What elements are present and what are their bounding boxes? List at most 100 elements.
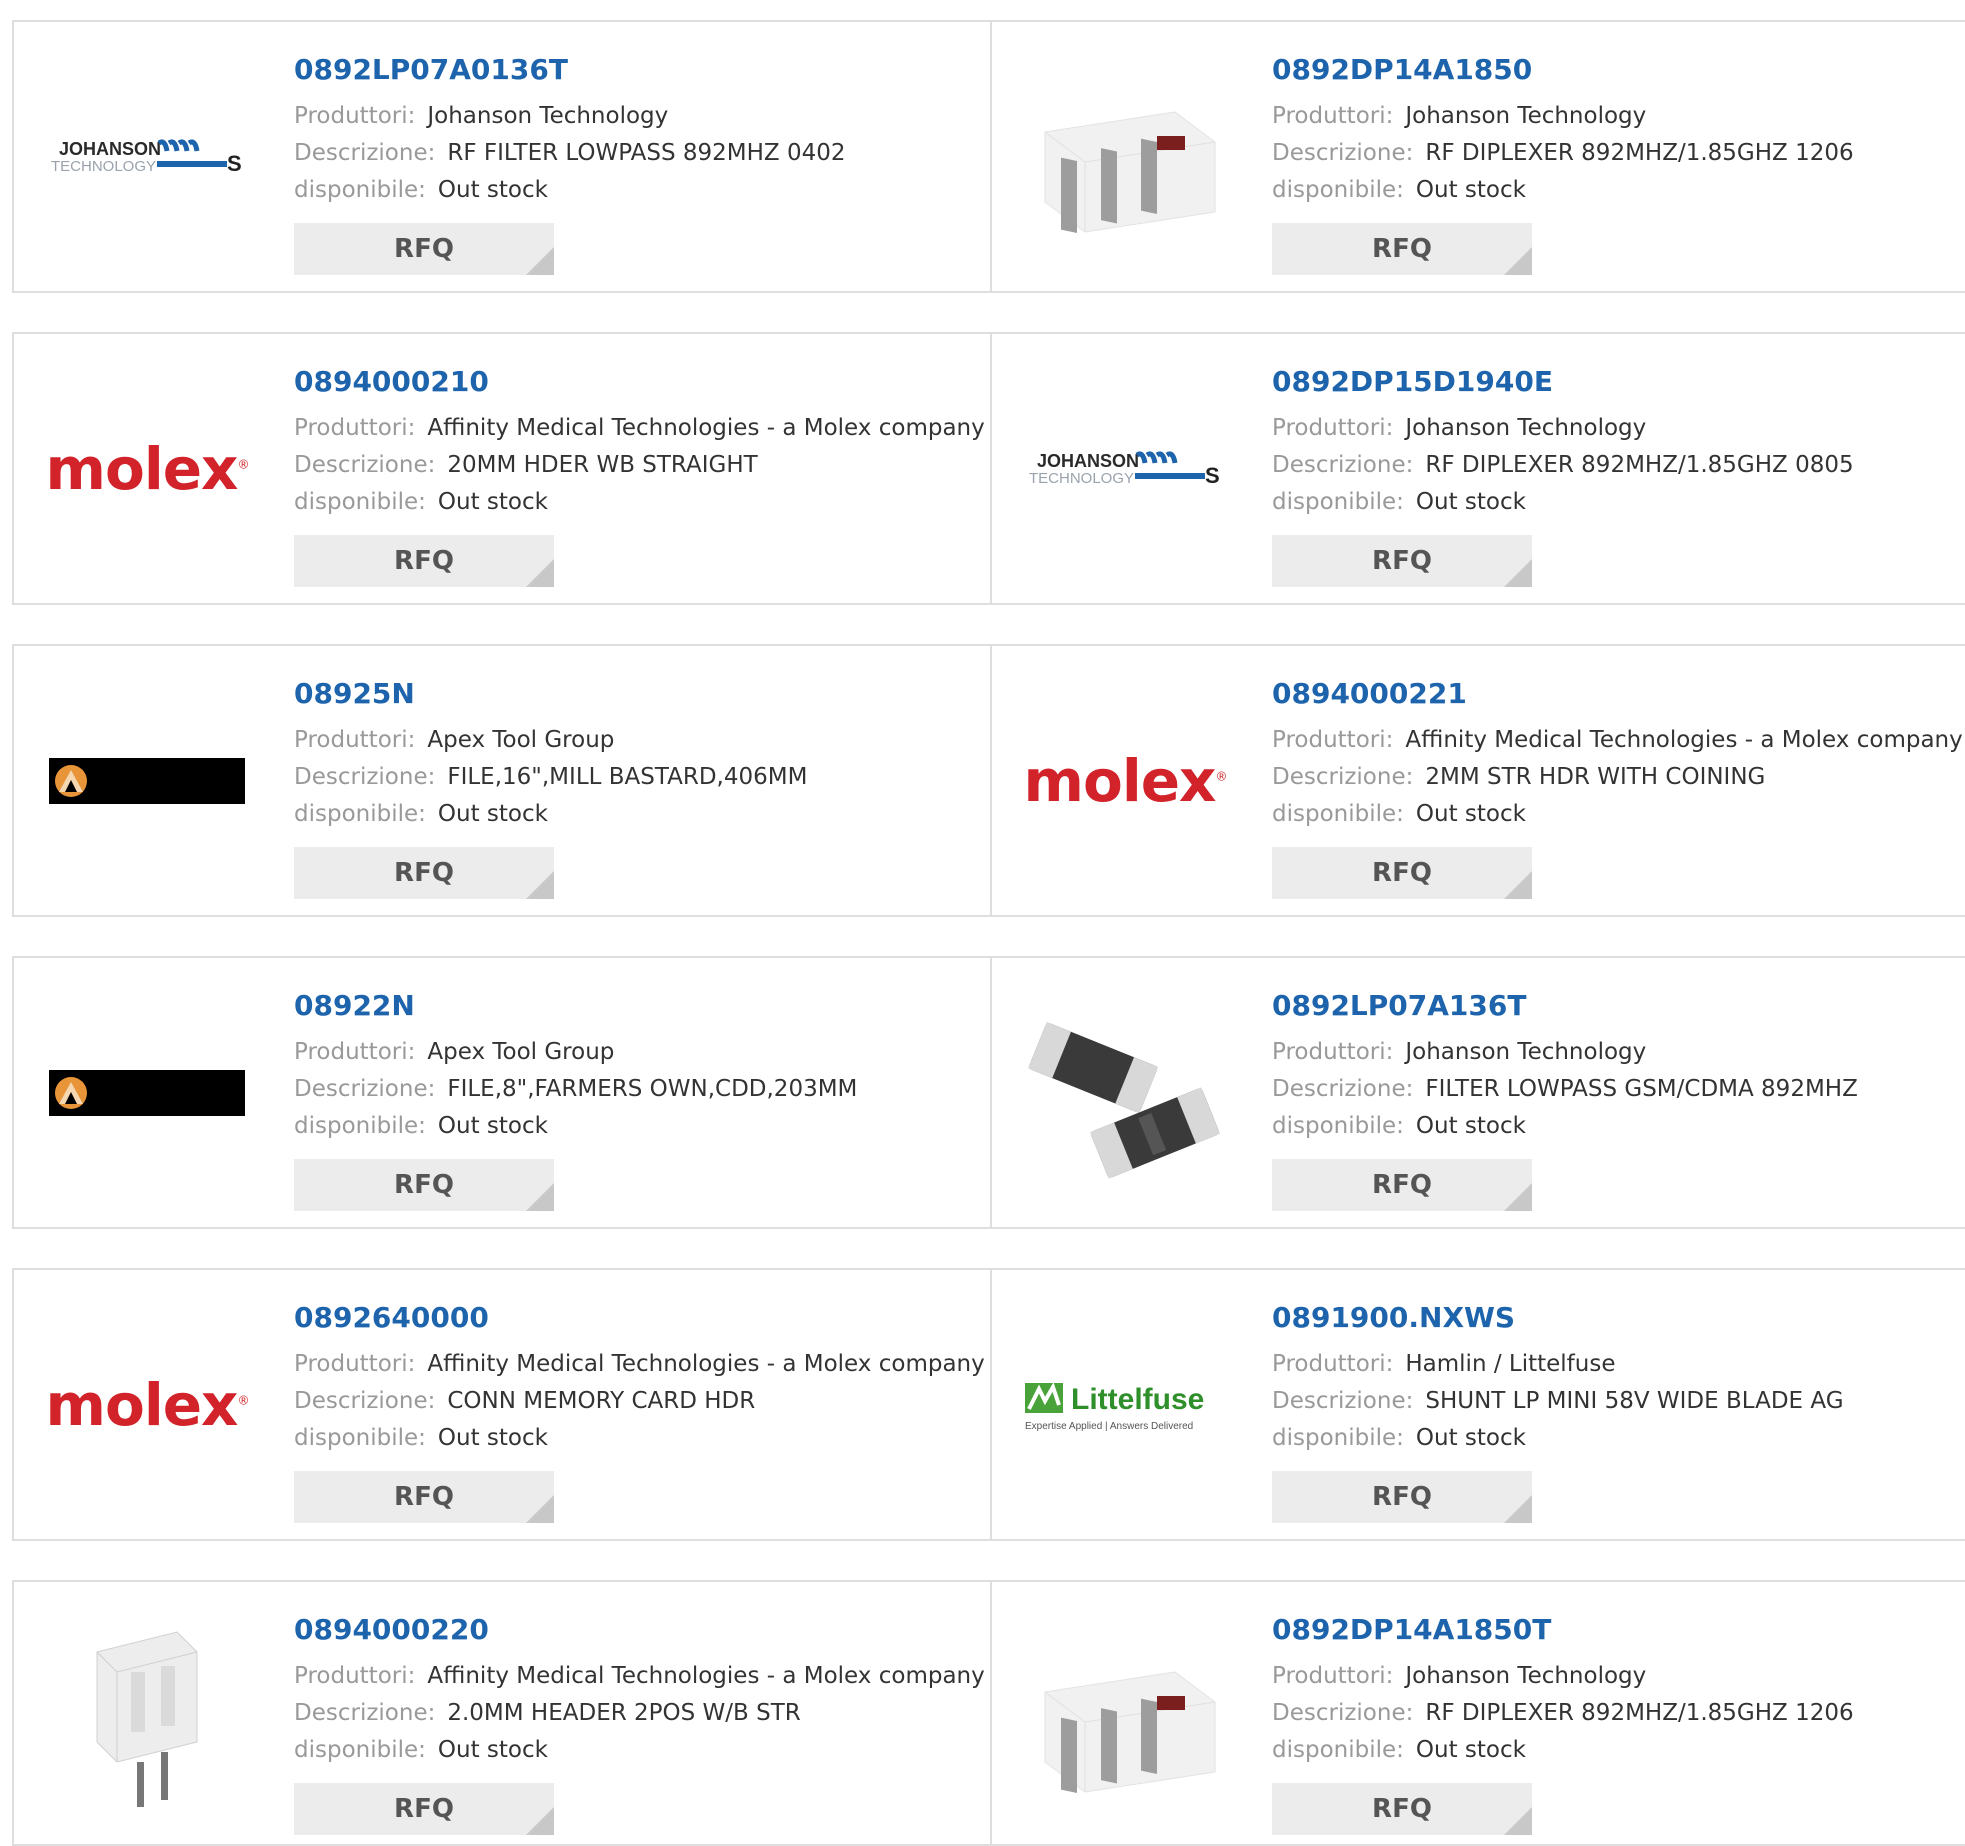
filter-chips-photo[interactable] (1020, 988, 1230, 1198)
part-number-link[interactable]: 0891900.NXWS (1272, 1300, 1958, 1336)
product-card: 0892LP07A136T Produttori: Johanson Technol… (992, 958, 1965, 1227)
manufacturer-label: Produttori: (294, 1663, 416, 1689)
manufacturer-line: Produttori: Johanson Technology (1272, 1034, 1958, 1071)
molex-logo[interactable]: molex® (42, 364, 252, 574)
description-label: Descrizione: (294, 452, 436, 478)
manufacturer-label: Produttori: (294, 103, 416, 129)
apex-logo[interactable] (42, 676, 252, 886)
availability-value: Out stock (437, 1737, 548, 1763)
description-label: Descrizione: (1272, 140, 1414, 166)
rfq-corner-decoration (526, 247, 554, 275)
manufacturer-value: Johanson Technology (1405, 1039, 1647, 1065)
part-number-link[interactable]: 0892DP14A1850T (1272, 1612, 1958, 1648)
rfq-button[interactable]: RFQ (1272, 847, 1532, 899)
product-info: 0892LP07A136T Produttori: Johanson Technol… (1272, 988, 1958, 1211)
header-connector-photo[interactable] (42, 1612, 252, 1822)
product-card: molex® 0892640000 Produttori: Affinity Medi… (14, 1270, 990, 1539)
description-value: SHUNT LP MINI 58V WIDE BLADE AG (1425, 1388, 1844, 1414)
diplexer-chip-photo[interactable] (1020, 1612, 1230, 1822)
svg-text:TECHNOLOGY: TECHNOLOGY (51, 158, 156, 175)
description-value: RF DIPLEXER 892MHZ/1.85GHZ 1206 (1425, 140, 1854, 166)
part-number-link[interactable]: 0892DP14A1850 (1272, 52, 1958, 88)
manufacturer-value: Hamlin / Littelfuse (1405, 1351, 1616, 1377)
rfq-button[interactable]: RFQ (294, 535, 554, 587)
manufacturer-value: Johanson Technology (1405, 415, 1647, 441)
apex-logo[interactable] (42, 988, 252, 1198)
rfq-button[interactable]: RFQ (294, 847, 554, 899)
part-number-link[interactable]: 0892LP07A0136T (294, 52, 980, 88)
product-card: 0894000220 Produttori: Affinity Medical Te… (14, 1582, 990, 1844)
rfq-corner-decoration (526, 1495, 554, 1523)
availability-label: disponibile: (294, 801, 426, 827)
product-info: 0892DP15D1940E Produttori: Johanson Techno… (1272, 364, 1958, 587)
manufacturer-value: Affinity Medical Technologies - a Molex … (1405, 727, 1963, 753)
product-info: 0894000220 Produttori: Affinity Medical Te… (294, 1612, 985, 1835)
rfq-button[interactable]: RFQ (294, 1471, 554, 1523)
rfq-button[interactable]: RFQ (294, 223, 554, 275)
littelfuse-logo[interactable]: Littelfuse Expertise Applied | Answers De… (1020, 1300, 1230, 1510)
product-card: molex® 0894000221 Produttori: Affinity Medi… (992, 646, 1965, 915)
molex-logo[interactable]: molex® (42, 1300, 252, 1510)
manufacturer-value: Johanson Technology (1405, 103, 1647, 129)
availability-line: disponibile: Out stock (294, 1732, 980, 1769)
description-value: FILE,8",FARMERS OWN,CDD,203MM (447, 1076, 858, 1102)
rfq-corner-decoration (1504, 247, 1532, 275)
rfq-button[interactable]: RFQ (1272, 1783, 1532, 1835)
product-row: JOHANSON TECHNOLOGY S 0892LP07A0136T Produtt… (12, 20, 1965, 293)
johanson-logo[interactable]: JOHANSON TECHNOLOGY S (1020, 364, 1230, 574)
description-label: Descrizione: (1272, 1700, 1414, 1726)
manufacturer-label: Produttori: (294, 1351, 416, 1377)
manufacturer-label: Produttori: (1272, 1663, 1394, 1689)
availability-label: disponibile: (1272, 1425, 1404, 1451)
rfq-button[interactable]: RFQ (1272, 535, 1532, 587)
availability-value: Out stock (437, 1425, 548, 1451)
rfq-button[interactable]: RFQ (294, 1159, 554, 1211)
manufacturer-value: Johanson Technology (427, 103, 669, 129)
product-card: molex® 0894000210 Produttori: Affinity Medi… (14, 334, 990, 603)
manufacturer-line: Produttori: Affinity Medical Technologies… (294, 410, 985, 447)
part-number-link[interactable]: 0892LP07A136T (1272, 988, 1958, 1024)
manufacturer-label: Produttori: (294, 415, 416, 441)
availability-label: disponibile: (1272, 1737, 1404, 1763)
availability-line: disponibile: Out stock (1272, 1732, 1958, 1769)
rfq-button[interactable]: RFQ (1272, 1159, 1532, 1211)
availability-value: Out stock (1415, 1113, 1526, 1139)
rfq-button[interactable]: RFQ (294, 1783, 554, 1835)
manufacturer-value: Affinity Medical Technologies - a Molex … (427, 415, 985, 441)
part-number-link[interactable]: 08922N (294, 988, 980, 1024)
svg-text:TECHNOLOGY: TECHNOLOGY (1029, 470, 1134, 487)
rfq-corner-decoration (526, 559, 554, 587)
rfq-corner-decoration (1504, 559, 1532, 587)
product-info: 0891900.NXWS Produttori: Hamlin / Littelfu… (1272, 1300, 1958, 1523)
description-line: Descrizione: 2MM STR HDR WITH COINING (1272, 759, 1958, 796)
rfq-button[interactable]: RFQ (1272, 1471, 1532, 1523)
part-number-link[interactable]: 0894000210 (294, 364, 980, 400)
johanson-logo[interactable]: JOHANSON TECHNOLOGY S (42, 52, 252, 262)
manufacturer-line: Produttori: Apex Tool Group (294, 722, 980, 759)
product-card: Littelfuse Expertise Applied | Answers De… (992, 1270, 1965, 1539)
part-number-link[interactable]: 0892DP15D1940E (1272, 364, 1958, 400)
product-info: 0892DP14A1850T Produttori: Johanson Techno… (1272, 1612, 1958, 1835)
rfq-label: RFQ (394, 858, 454, 888)
manufacturer-line: Produttori: Apex Tool Group (294, 1034, 980, 1071)
manufacturer-label: Produttori: (294, 727, 416, 753)
manufacturer-line: Produttori: Affinity Medical Technologies… (294, 1658, 985, 1695)
description-label: Descrizione: (294, 1076, 436, 1102)
part-number-link[interactable]: 0894000220 (294, 1612, 980, 1648)
manufacturer-label: Produttori: (1272, 1039, 1394, 1065)
manufacturer-line: Produttori: Affinity Medical Technologies… (294, 1346, 985, 1383)
availability-value: Out stock (437, 177, 548, 203)
molex-logo[interactable]: molex® (1020, 676, 1230, 886)
availability-label: disponibile: (294, 1737, 426, 1763)
rfq-button[interactable]: RFQ (1272, 223, 1532, 275)
part-number-link[interactable]: 08925N (294, 676, 980, 712)
part-number-link[interactable]: 0894000221 (1272, 676, 1958, 712)
product-card: 08922N Produttori: Apex Tool Group Descrizi… (14, 958, 990, 1227)
description-value: 2MM STR HDR WITH COINING (1425, 764, 1766, 790)
availability-line: disponibile: Out stock (1272, 1420, 1958, 1457)
diplexer-chip-photo[interactable] (1020, 52, 1230, 262)
svg-text:S: S (227, 151, 242, 176)
part-number-link[interactable]: 0892640000 (294, 1300, 980, 1336)
description-line: Descrizione: FILE,16",MILL BASTARD,406MM (294, 759, 980, 796)
rfq-label: RFQ (394, 546, 454, 576)
